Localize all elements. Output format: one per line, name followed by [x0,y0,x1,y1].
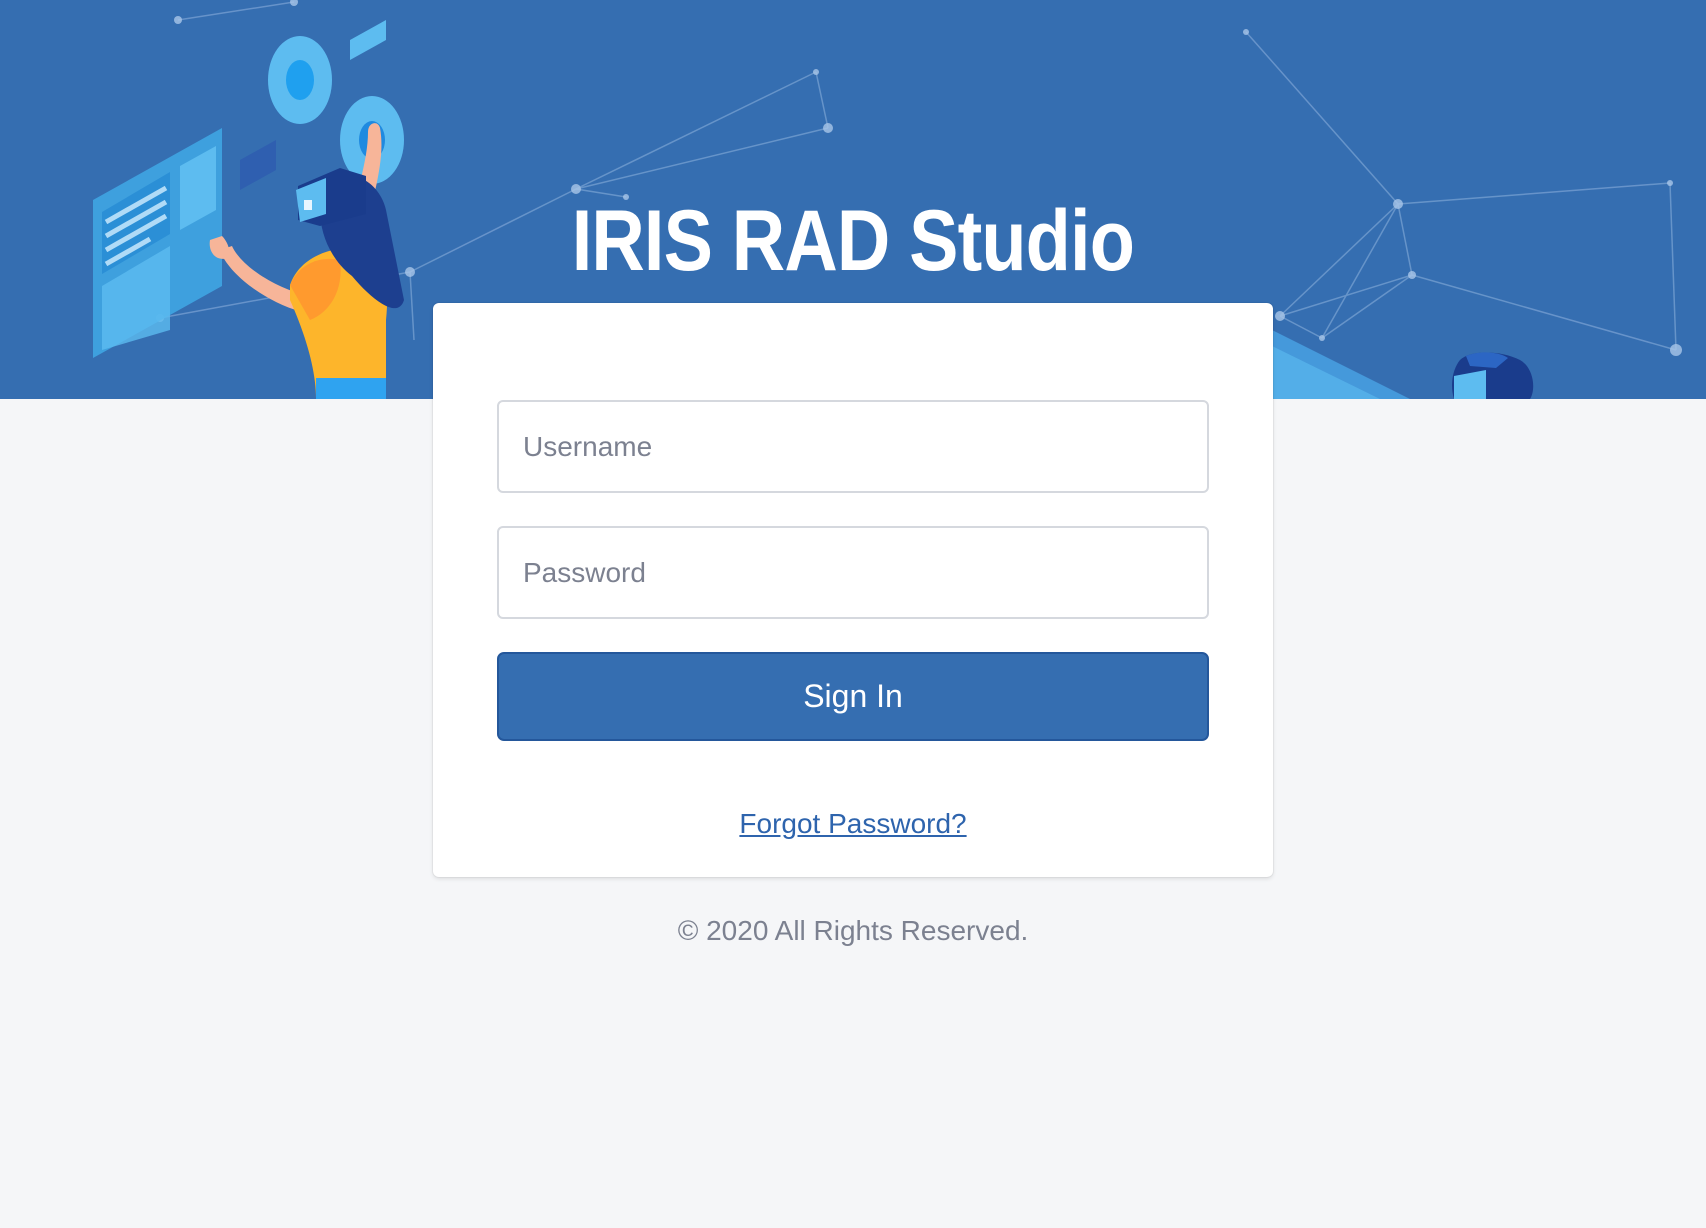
sign-in-button[interactable]: Sign In [497,652,1209,741]
password-input[interactable] [497,526,1209,619]
ring-shapes [268,36,404,184]
username-input[interactable] [497,400,1209,493]
copyright-text: © 2020 All Rights Reserved. [677,915,1029,946]
app-title: IRIS RAD Studio [571,193,1135,289]
login-card: Sign In Forgot Password? [433,303,1273,877]
forgot-password-link[interactable]: Forgot Password? [433,808,1273,840]
laptop-headset-illustration [1272,330,1534,399]
